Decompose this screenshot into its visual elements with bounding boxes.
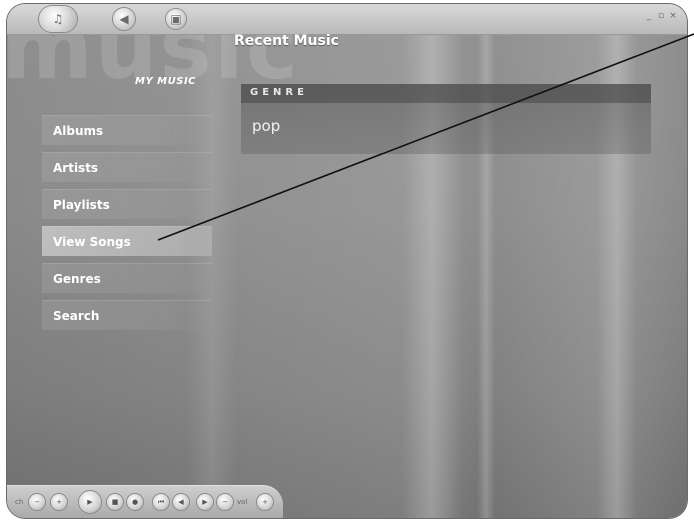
nav-item-search[interactable]: Search: [42, 300, 212, 330]
volume-down-icon[interactable]: −: [217, 494, 233, 510]
nav-item-genres[interactable]: Genres: [42, 263, 212, 293]
background-streak: [477, 4, 495, 518]
volume-up-icon[interactable]: +: [257, 494, 273, 510]
genre-header-label: GENRE: [250, 87, 308, 98]
record-icon[interactable]: ●: [127, 494, 143, 510]
genre-header: GENRE: [241, 84, 651, 103]
genre-panel: GENRE pop: [241, 84, 651, 154]
windows-logo-icon[interactable]: ♫: [39, 6, 77, 32]
media-center-window: music ♫ ◀ ▣ _ ▫ × Recent Music MY MUSIC …: [7, 4, 687, 518]
channel-up-icon[interactable]: +: [51, 494, 67, 510]
rewind-icon[interactable]: ◀: [173, 494, 189, 510]
close-button[interactable]: ×: [669, 11, 677, 21]
play-pause-icon[interactable]: ▶: [79, 491, 101, 513]
forward-icon[interactable]: ▶: [197, 494, 213, 510]
background-streak: [597, 4, 637, 518]
sidebar-nav: Albums Artists Playlists View Songs Genr…: [42, 115, 212, 337]
transport-controls: ch − + ▶ ■ ● ⏮ ◀ ▶ − vol +: [7, 485, 283, 518]
nav-item-view-songs[interactable]: View Songs: [42, 226, 212, 256]
channel-label: ch: [15, 498, 24, 506]
volume-label: vol: [237, 498, 248, 506]
genre-value[interactable]: pop: [252, 117, 280, 135]
page-title: Recent Music: [234, 33, 339, 49]
maximize-button[interactable]: ▫: [657, 11, 665, 21]
minimize-button[interactable]: _: [645, 11, 653, 21]
background-streak: [402, 4, 462, 518]
window-controls: _ ▫ ×: [645, 11, 677, 21]
nav-item-albums[interactable]: Albums: [42, 115, 212, 145]
stop-icon[interactable]: ■: [107, 494, 123, 510]
section-label: MY MUSIC: [135, 76, 197, 87]
back-icon[interactable]: ◀: [113, 8, 135, 30]
title-bar: ♫ ◀ ▣ _ ▫ ×: [7, 4, 687, 35]
nav-item-playlists[interactable]: Playlists: [42, 189, 212, 219]
nav-item-artists[interactable]: Artists: [42, 152, 212, 182]
previous-icon[interactable]: ⏮: [153, 494, 169, 510]
channel-down-icon[interactable]: −: [29, 494, 45, 510]
media-icon[interactable]: ▣: [166, 9, 186, 29]
